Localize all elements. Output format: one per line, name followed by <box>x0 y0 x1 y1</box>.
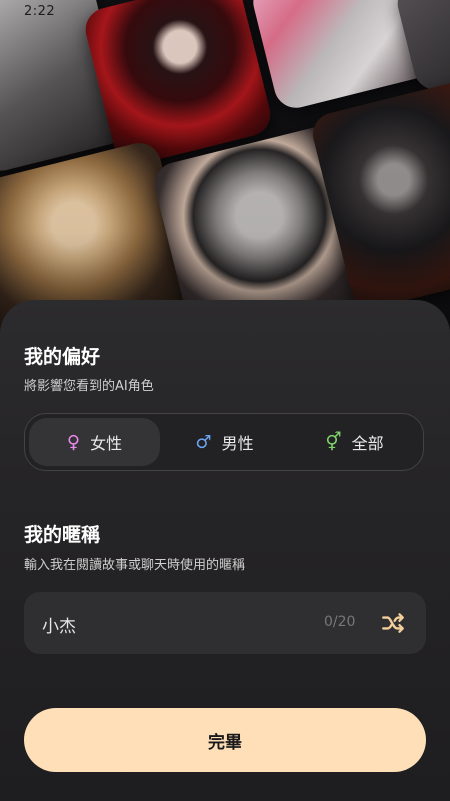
gender-option-all[interactable]: ⚥ 全部 <box>289 418 420 466</box>
nickname-subtitle: 輸入我在閱讀故事或聊天時使用的暱稱 <box>24 558 246 573</box>
preferences-sheet: 我的偏好 將影響您看到的AI角色 ♀ 女性 ♂ 男性 ⚥ 全部 我的暱稱 輸入我… <box>0 300 450 801</box>
nickname-input[interactable]: 小杰 <box>42 612 302 637</box>
gender-option-label: 女性 <box>90 434 123 453</box>
done-button[interactable]: 完畢 <box>24 708 426 772</box>
shuffle-icon[interactable] <box>380 610 406 636</box>
male-icon: ♂ <box>195 431 212 453</box>
status-time: 2:22 <box>24 4 56 19</box>
gender-option-female[interactable]: ♀ 女性 <box>29 418 160 466</box>
preferences-title: 我的偏好 <box>24 346 101 368</box>
collage-overlay <box>0 0 450 330</box>
preferences-subtitle: 將影響您看到的AI角色 <box>24 379 154 394</box>
all-genders-icon: ⚥ <box>325 431 342 453</box>
gender-selector: ♀ 女性 ♂ 男性 ⚥ 全部 <box>24 413 424 471</box>
nickname-field: 小杰 0/20 <box>24 592 426 654</box>
nickname-char-counter: 0/20 <box>324 614 356 630</box>
gender-option-label: 男性 <box>221 434 254 453</box>
nickname-title: 我的暱稱 <box>24 524 101 546</box>
character-collage: 2:22 <box>0 0 450 330</box>
female-icon: ♀ <box>66 431 81 453</box>
gender-option-male[interactable]: ♂ 男性 <box>159 418 290 466</box>
gender-option-label: 全部 <box>351 434 384 453</box>
